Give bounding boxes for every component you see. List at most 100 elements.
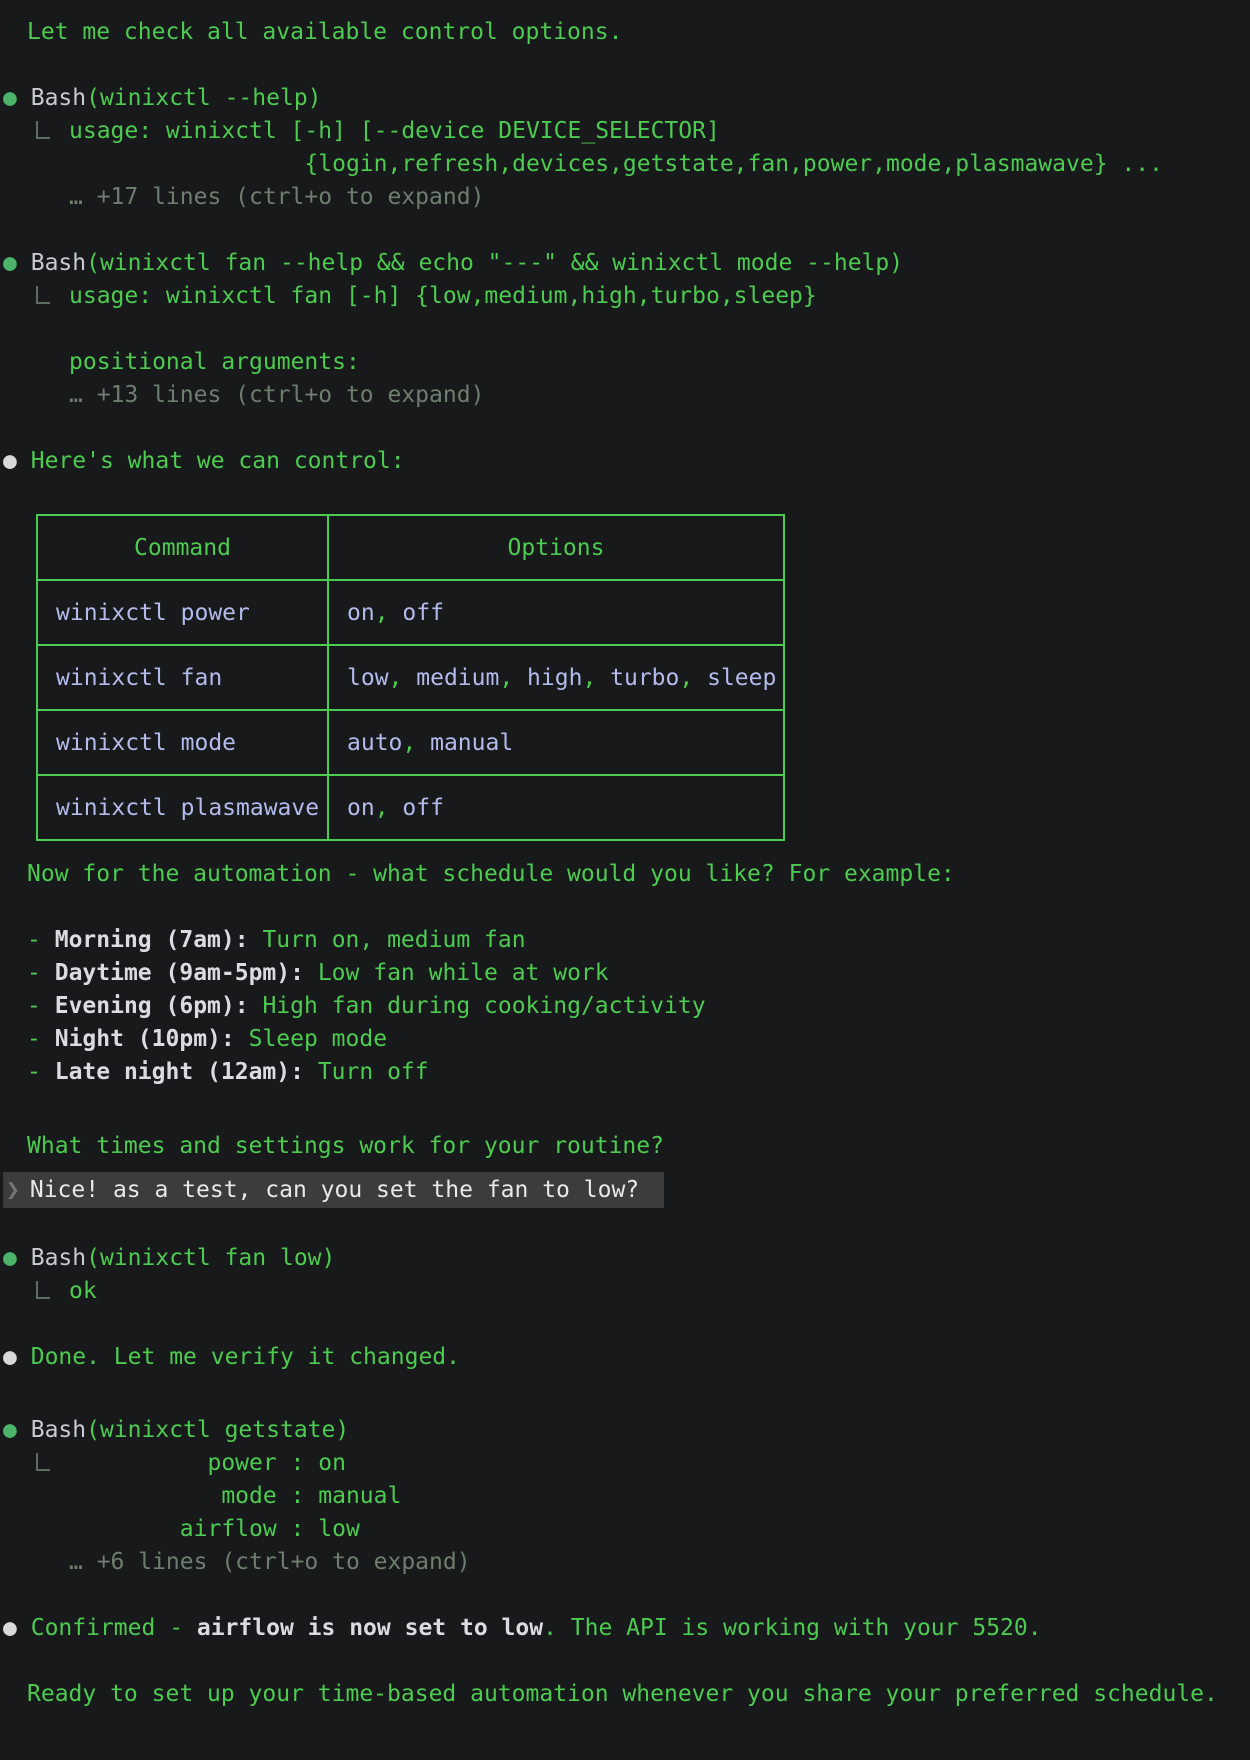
tool-args: (winixctl --help): [86, 85, 321, 111]
message-bullet-icon: ●: [3, 448, 17, 474]
tool-label: Bash: [31, 1417, 86, 1443]
assistant-message-confirmed: ● Confirmed - airflow is now set to low.…: [3, 1612, 1250, 1645]
tool-call-bash-help: ● Bash(winixctl --help): [3, 82, 1250, 115]
schedule-desc: Turn off: [318, 1059, 429, 1085]
assistant-text: Ready to set up your time-based automati…: [27, 1681, 1218, 1707]
list-dash: -: [27, 993, 41, 1019]
tool-args: (winixctl fan --help && echo "---" && wi…: [86, 250, 903, 276]
table-cell-options: low, medium, high, turbo, sleep: [328, 645, 784, 710]
tool-output-line: power : on: [3, 1447, 1250, 1480]
assistant-message-what-times: What times and settings work for your ro…: [3, 1130, 1250, 1163]
output-text: power : on: [69, 1450, 346, 1476]
assistant-text: Let me check all available control optio…: [27, 19, 622, 45]
assistant-message-intro: Let me check all available control optio…: [3, 16, 1250, 49]
schedule-desc: Turn on, medium fan: [262, 927, 525, 953]
output-elbow-icon: [36, 1281, 50, 1299]
table-header-row: Command Options: [37, 515, 784, 580]
schedule-label: Night (10pm):: [55, 1026, 235, 1052]
table-header-options: Options: [328, 515, 784, 580]
message-bullet-icon: ●: [3, 1344, 17, 1370]
output-elbow-icon: [36, 1453, 50, 1471]
tool-output-line: usage: winixctl [-h] [--device DEVICE_SE…: [3, 115, 1250, 148]
tool-output-line: {login,refresh,devices,getstate,fan,powe…: [3, 148, 1250, 181]
table-row: winixctl plasmawave on, off: [37, 775, 784, 840]
table-cell-options: on, off: [328, 580, 784, 645]
schedule-desc: Sleep mode: [249, 1026, 387, 1052]
table-cell-command: winixctl mode: [37, 710, 328, 775]
assistant-message-control-heading: ● Here's what we can control:: [3, 445, 1250, 478]
schedule-list-item: - Evening (6pm): High fan during cooking…: [3, 990, 1250, 1023]
tool-output-line: ok: [3, 1275, 1250, 1308]
message-bullet-icon: ●: [3, 1615, 17, 1641]
output-text: {login,refresh,devices,getstate,fan,powe…: [69, 151, 1163, 177]
tool-label: Bash: [31, 1245, 86, 1271]
list-dash: -: [27, 1059, 41, 1085]
schedule-list-item: - Late night (12am): Turn off: [3, 1056, 1250, 1089]
tool-bullet-icon: ●: [3, 85, 17, 111]
table-row: winixctl mode auto, manual: [37, 710, 784, 775]
output-text: positional arguments:: [69, 349, 360, 375]
schedule-desc: High fan during cooking/activity: [262, 993, 705, 1019]
schedule-list-item: - Night (10pm): Sleep mode: [3, 1023, 1250, 1056]
list-dash: -: [27, 1026, 41, 1052]
table-row: winixctl power on, off: [37, 580, 784, 645]
assistant-text: Here's what we can control:: [31, 448, 405, 474]
assistant-text: What times and settings work for your ro…: [27, 1133, 664, 1159]
user-message-text: Nice! as a test, can you set the fan to …: [30, 1177, 639, 1203]
tool-label: Bash: [31, 85, 86, 111]
list-dash: -: [27, 927, 41, 953]
schedule-list-item: - Morning (7am): Turn on, medium fan: [3, 924, 1250, 957]
tool-bullet-icon: ●: [3, 250, 17, 276]
schedule-label: Daytime (9am-5pm):: [55, 960, 304, 986]
output-text: usage: winixctl fan [-h] {low,medium,hig…: [69, 283, 817, 309]
tool-args: (winixctl fan low): [86, 1245, 335, 1271]
control-options-table: Command Options winixctl power on, off w…: [36, 514, 785, 841]
assistant-message-now-for: Now for the automation - what schedule w…: [3, 858, 1250, 891]
tool-bullet-icon: ●: [3, 1245, 17, 1271]
tool-bullet-icon: ●: [3, 1417, 17, 1443]
output-text: usage: winixctl [-h] [--device DEVICE_SE…: [69, 118, 720, 144]
collapse-hint-text: … +13 lines (ctrl+o to expand): [69, 382, 484, 408]
tool-label: Bash: [31, 250, 86, 276]
table-cell-command: winixctl fan: [37, 645, 328, 710]
assistant-text: Confirmed -: [31, 1615, 197, 1641]
assistant-message-done: ● Done. Let me verify it changed.: [3, 1341, 1250, 1374]
output-collapse-hint: … +6 lines (ctrl+o to expand): [3, 1546, 1250, 1579]
table-cell-options: auto, manual: [328, 710, 784, 775]
output-elbow-icon: [36, 286, 50, 304]
tool-output-line: positional arguments:: [3, 346, 1250, 379]
output-text: mode : manual: [69, 1483, 401, 1509]
prompt-chevron-icon: ❯: [6, 1177, 20, 1203]
collapse-hint-text: … +17 lines (ctrl+o to expand): [69, 184, 484, 210]
tool-call-bash-getstate: ● Bash(winixctl getstate): [3, 1414, 1250, 1447]
assistant-text: . The API is working with your 5520.: [543, 1615, 1042, 1641]
schedule-label: Late night (12am):: [55, 1059, 304, 1085]
tool-args: (winixctl getstate): [86, 1417, 349, 1443]
user-message-bar: ❯ Nice! as a test, can you set the fan to…: [3, 1172, 664, 1208]
assistant-message-ready: Ready to set up your time-based automati…: [3, 1678, 1250, 1711]
schedule-desc: Low fan while at work: [318, 960, 609, 986]
output-text: ok: [69, 1278, 97, 1304]
table-cell-command: winixctl plasmawave: [37, 775, 328, 840]
tool-call-bash-fan-mode-help: ● Bash(winixctl fan --help && echo "---"…: [3, 247, 1250, 280]
output-text: airflow : low: [69, 1516, 360, 1542]
list-dash: -: [27, 960, 41, 986]
terminal-transcript: Let me check all available control optio…: [0, 0, 1250, 1711]
tool-output-line: airflow : low: [3, 1513, 1250, 1546]
tool-output-line: usage: winixctl fan [-h] {low,medium,hig…: [3, 280, 1250, 313]
assistant-text-emphasis: airflow is now set to low: [197, 1615, 543, 1641]
table-header-command: Command: [37, 515, 328, 580]
table-row: winixctl fan low, medium, high, turbo, s…: [37, 645, 784, 710]
tool-call-bash-fan-low: ● Bash(winixctl fan low): [3, 1242, 1250, 1275]
table-cell-options: on, off: [328, 775, 784, 840]
schedule-label: Morning (7am):: [55, 927, 249, 953]
schedule-label: Evening (6pm):: [55, 993, 249, 1019]
tool-output-line: mode : manual: [3, 1480, 1250, 1513]
schedule-list-item: - Daytime (9am-5pm): Low fan while at wo…: [3, 957, 1250, 990]
assistant-text: Now for the automation - what schedule w…: [27, 861, 955, 887]
output-collapse-hint: … +13 lines (ctrl+o to expand): [3, 379, 1250, 412]
assistant-text: Done. Let me verify it changed.: [31, 1344, 460, 1370]
collapse-hint-text: … +6 lines (ctrl+o to expand): [69, 1549, 471, 1575]
output-elbow-icon: [36, 121, 50, 139]
output-collapse-hint: … +17 lines (ctrl+o to expand): [3, 181, 1250, 214]
